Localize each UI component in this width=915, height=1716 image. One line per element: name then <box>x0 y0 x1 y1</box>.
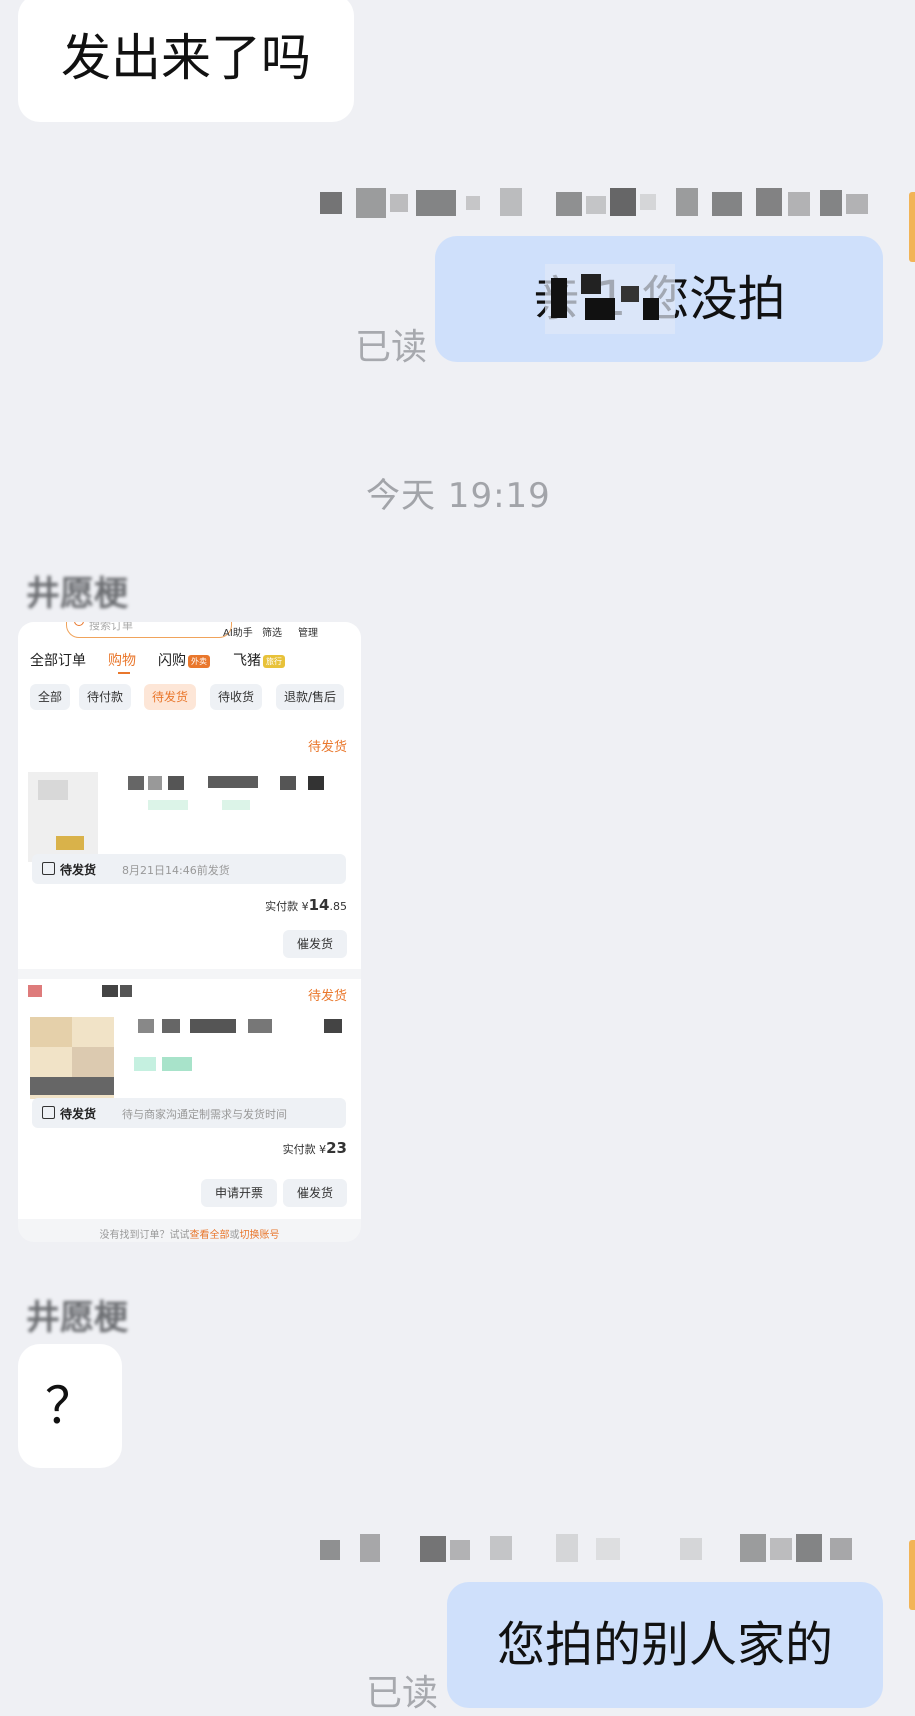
top-link-manage: 管理 <box>298 628 318 639</box>
chip-to-ship: 待发货 <box>144 684 197 710</box>
tab-all-orders: 全部订单 <box>30 653 86 669</box>
chip-to-receive: 待收货 <box>210 684 263 710</box>
tab-shopping: 购物 <box>108 653 136 669</box>
incoming-message-bubble[interactable]: ？ <box>18 1344 122 1468</box>
request-invoice-button: 申请开票 <box>201 1179 278 1207</box>
chip-refund: 退款/售后 <box>276 684 345 710</box>
edge-indicator <box>909 192 915 262</box>
search-icon <box>74 622 84 626</box>
screenshot-header: 搜索订单 AI助手 筛选 管理 全部订单 购物 闪购 外卖 飞猪 旅行 全部 待付款… <box>18 622 361 724</box>
paid-amount: 实付款 ¥14.85 <box>265 896 347 914</box>
package-icon <box>42 1106 55 1119</box>
shipping-status-box: 待发货 待与商家沟通定制需求与发货时间 <box>32 1098 346 1128</box>
top-link-ai: AI助手 <box>223 628 253 639</box>
search-placeholder: 搜索订单 <box>89 622 133 632</box>
read-receipt: 已读 <box>366 1673 439 1714</box>
outgoing-message-bubble[interactable]: 您拍的别人家的 <box>447 1582 883 1708</box>
pixelated-product-info <box>28 985 342 1099</box>
message-text: 发出来了吗 <box>61 29 311 87</box>
pixelated-redaction <box>320 1534 880 1566</box>
urge-shipping-button: 催发货 <box>282 1179 347 1207</box>
top-link-filter: 筛选 <box>262 628 282 639</box>
message-text: ？ <box>45 1377 95 1435</box>
pixelated-redaction <box>545 264 675 334</box>
order-screenshot-image[interactable]: 搜索订单 AI助手 筛选 管理 全部订单 购物 闪购 外卖 飞猪 旅行 全部 待付款… <box>18 622 361 1242</box>
sender-name: 井愿梗 <box>26 574 128 614</box>
chip-to-pay: 待付款 <box>79 684 132 710</box>
paid-amount: 实付款 ¥23 <box>282 1139 347 1157</box>
sender-name: 井愿梗 <box>26 1298 128 1338</box>
pixelated-product-info <box>28 772 324 862</box>
order-card: 待发货 待发货 待与商家沟通定制需求与发货时间 实付款 ¥23 申请开票 催发货 <box>18 979 361 1219</box>
tab-fliggy: 飞猪 旅行 <box>233 650 285 670</box>
incoming-message-bubble[interactable]: 发出来了吗 <box>18 0 354 122</box>
search-box: 搜索订单 <box>66 622 232 638</box>
tab-flash: 闪购 外卖 <box>158 650 210 670</box>
package-icon <box>42 862 55 875</box>
pixelated-redaction <box>320 188 880 220</box>
shipping-status-box: 待发货 8月21日14:46前发货 <box>32 854 346 884</box>
shipping-label: 待发货 <box>60 863 97 877</box>
tab-active-underline <box>118 672 130 674</box>
edge-indicator <box>909 1540 915 1610</box>
shipping-label: 待发货 <box>60 1107 97 1121</box>
urge-shipping-button: 催发货 <box>282 930 347 958</box>
shipping-note: 8月21日14:46前发货 <box>122 864 230 877</box>
shipping-note: 待与商家沟通定制需求与发货时间 <box>122 1108 287 1121</box>
tab-badge: 旅行 <box>263 654 285 668</box>
chat-timestamp: 今天 19:19 <box>366 476 551 516</box>
order-card: 待发货 待发货 8月21日14:46前发货 实付款 ¥14.85 催发货 <box>18 724 361 969</box>
chip-all: 全部 <box>30 684 71 710</box>
read-receipt: 已读 <box>355 327 428 368</box>
no-order-hint: 没有找到订单？试试查看全部或切换账号 <box>99 1230 280 1241</box>
message-text: 您拍的别人家的 <box>496 1617 833 1673</box>
tab-badge: 外卖 <box>188 654 210 668</box>
